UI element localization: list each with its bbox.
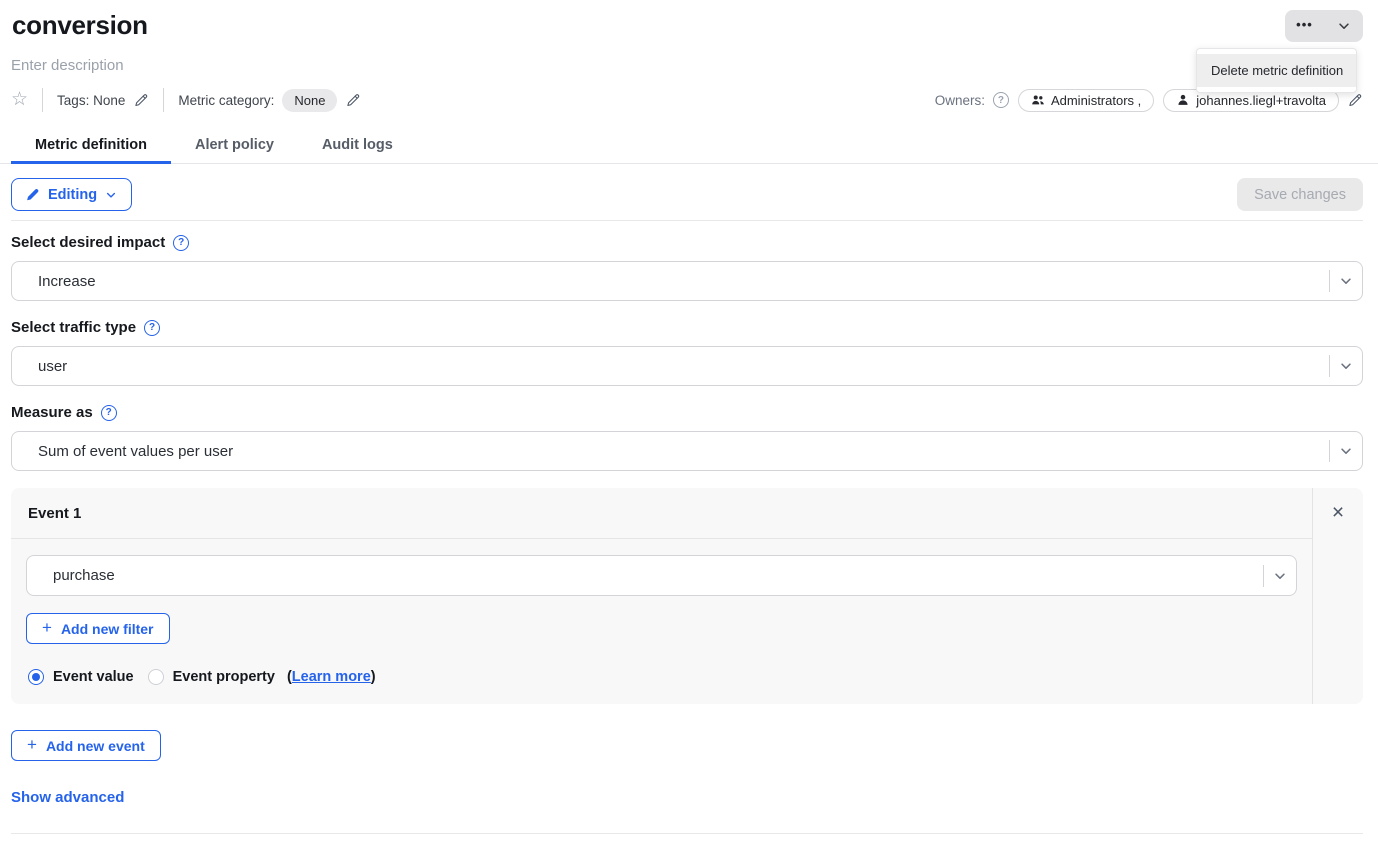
remove-event-button[interactable]: × xyxy=(1332,500,1344,524)
more-options-button[interactable]: ••• xyxy=(1285,10,1324,42)
save-changes-button[interactable]: Save changes xyxy=(1237,178,1363,211)
chevron-down-icon xyxy=(1337,19,1351,33)
event-name-value: purchase xyxy=(27,567,1263,584)
measure-label-text: Measure as xyxy=(11,404,93,421)
horizontal-divider xyxy=(11,220,1363,221)
add-filter-label: Add new filter xyxy=(61,621,154,637)
event-card-side: × xyxy=(1313,488,1363,704)
traffic-select-value: user xyxy=(12,358,1329,375)
event-card: Event 1 purchase + Add new filter Event … xyxy=(11,488,1363,704)
add-new-event-button[interactable]: + Add new event xyxy=(11,730,161,761)
learn-more-close-paren: ) xyxy=(371,669,376,685)
owner-user-name: johannes.liegl+travolta xyxy=(1196,93,1326,108)
tab-metric-definition[interactable]: Metric definition xyxy=(11,137,171,163)
star-icon[interactable]: ☆ xyxy=(11,90,28,109)
meta-row: ☆ Tags: None Metric category: None Owner… xyxy=(11,87,1363,113)
chevron-down-icon xyxy=(1339,274,1353,288)
measure-field-label: Measure as ? xyxy=(11,404,1363,421)
context-menu: Delete metric definition xyxy=(1196,48,1357,93)
impact-help-icon[interactable]: ? xyxy=(173,235,189,251)
tab-bar: Metric definition Alert policy Audit log… xyxy=(0,137,1378,164)
page-title: conversion xyxy=(11,10,148,41)
add-event-label: Add new event xyxy=(46,738,145,754)
owner-group-name: Administrators , xyxy=(1051,93,1141,108)
pencil-icon xyxy=(26,188,40,202)
radio-event-value[interactable]: Event value xyxy=(28,669,134,685)
chevron-down-icon xyxy=(1339,359,1353,373)
event-name-select[interactable]: purchase xyxy=(26,555,1297,596)
impact-select-value: Increase xyxy=(12,273,1329,290)
group-icon xyxy=(1031,93,1045,107)
measure-select-value: Sum of event values per user xyxy=(12,443,1329,460)
vertical-divider xyxy=(42,88,43,112)
radio-unselected-icon xyxy=(148,669,164,685)
metric-definition-page: conversion ••• Delete metric definition … xyxy=(0,0,1378,851)
edit-category-pencil-icon[interactable] xyxy=(346,93,361,108)
bottom-divider xyxy=(11,833,1363,834)
measure-help-icon[interactable]: ? xyxy=(101,405,117,421)
vertical-divider xyxy=(163,88,164,112)
chevron-down-icon xyxy=(1339,444,1353,458)
show-advanced-link[interactable]: Show advanced xyxy=(11,789,124,806)
radio-selected-icon xyxy=(28,669,44,685)
ellipsis-icon: ••• xyxy=(1296,18,1313,35)
header-actions-group: ••• xyxy=(1285,10,1363,42)
header-expand-button[interactable] xyxy=(1324,10,1363,42)
impact-select[interactable]: Increase xyxy=(11,261,1363,301)
owners-help-icon[interactable]: ? xyxy=(993,92,1009,108)
radio-event-property-label: Event property xyxy=(173,669,275,685)
metric-category-label: Metric category: xyxy=(178,93,274,108)
event-title: Event 1 xyxy=(28,505,81,522)
radio-event-property[interactable]: Event property xyxy=(148,669,275,685)
tags-label: Tags: None xyxy=(57,93,125,108)
owner-badge-group: Administrators , xyxy=(1018,89,1154,112)
person-icon xyxy=(1176,93,1190,107)
add-new-filter-button[interactable]: + Add new filter xyxy=(26,613,170,644)
edit-owners-pencil-icon[interactable] xyxy=(1348,93,1363,108)
description-input[interactable]: Enter description xyxy=(11,57,1363,74)
traffic-help-icon[interactable]: ? xyxy=(144,320,160,336)
menu-item-delete-metric[interactable]: Delete metric definition xyxy=(1197,54,1356,87)
measurement-radio-group: Event value Event property (Learn more) xyxy=(26,669,1297,685)
toolbar: Editing Save changes xyxy=(11,178,1363,211)
chevron-down-icon xyxy=(1273,569,1287,583)
tab-alert-policy[interactable]: Alert policy xyxy=(171,137,298,163)
learn-more-link[interactable]: Learn more xyxy=(292,669,371,685)
radio-event-value-label: Event value xyxy=(53,669,134,685)
chevron-down-icon xyxy=(105,189,117,201)
impact-field-label: Select desired impact ? xyxy=(11,234,1363,251)
plus-icon: + xyxy=(42,619,52,636)
traffic-select[interactable]: user xyxy=(11,346,1363,386)
tab-audit-logs[interactable]: Audit logs xyxy=(298,137,417,163)
edit-tags-pencil-icon[interactable] xyxy=(134,93,149,108)
traffic-label-text: Select traffic type xyxy=(11,319,136,336)
plus-icon: + xyxy=(27,736,37,753)
impact-label-text: Select desired impact xyxy=(11,234,165,251)
metric-category-badge: None xyxy=(282,89,337,112)
editing-label: Editing xyxy=(48,187,97,203)
traffic-field-label: Select traffic type ? xyxy=(11,319,1363,336)
editing-mode-button[interactable]: Editing xyxy=(11,178,132,211)
page-header: conversion ••• xyxy=(11,10,1363,42)
owners-label: Owners: xyxy=(935,93,985,108)
event-card-header: Event 1 xyxy=(11,488,1312,539)
measure-select[interactable]: Sum of event values per user xyxy=(11,431,1363,471)
